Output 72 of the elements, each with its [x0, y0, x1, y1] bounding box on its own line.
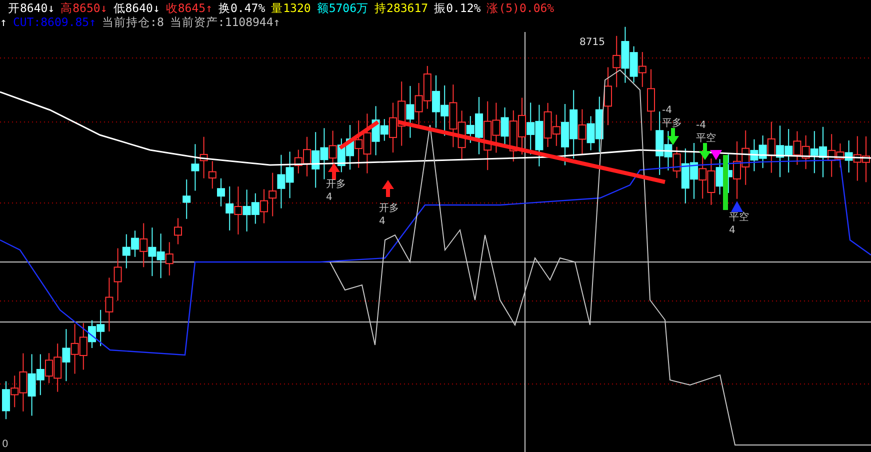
- quote-field: 高8650↓: [60, 1, 108, 15]
- up-triangle-icon: [731, 201, 743, 212]
- candlestick: [784, 128, 793, 174]
- candlestick: [191, 144, 200, 192]
- signal-bar: [723, 155, 728, 210]
- quote-field: 收8645↑: [166, 1, 212, 15]
- candlestick: [414, 82, 423, 125]
- candlestick: [277, 154, 286, 209]
- quote-field: 涨(5)0.06%: [486, 1, 554, 15]
- quote-field: 量1320: [271, 1, 311, 15]
- signal-label: 平空: [729, 212, 749, 223]
- trend-line: [338, 120, 380, 150]
- down-arrow-icon: [699, 143, 711, 160]
- candlestick: [148, 227, 156, 277]
- indicator-value: CUT:8609.85↑: [12, 15, 96, 29]
- candlestick: [853, 136, 862, 182]
- candlestick: [612, 35, 621, 88]
- signal-label: 4: [326, 192, 332, 203]
- candlestick: [698, 150, 707, 200]
- down-arrow-icon: [667, 128, 679, 145]
- quote-field: 换0.47%: [218, 1, 266, 15]
- candlestick: [810, 130, 818, 174]
- down-triangle-icon: [710, 150, 722, 160]
- candlestick: [484, 100, 492, 171]
- candlestick: [802, 134, 810, 170]
- candlestick: [423, 65, 432, 110]
- quote-field: 振0.12%: [434, 1, 481, 15]
- quote-field: 持283617: [374, 1, 428, 15]
- candlestick: [500, 106, 509, 147]
- candlestick: [70, 324, 79, 374]
- candlestick: [544, 102, 552, 148]
- signal-label: 开多: [326, 179, 346, 190]
- quote-field: 开8640↓: [8, 1, 55, 15]
- quote-field: 低8640↓: [113, 1, 160, 15]
- signal-label: 平多: [662, 118, 682, 129]
- price-label: 8715: [580, 37, 605, 48]
- indicator-value: ↑: [0, 15, 7, 29]
- signal-label: 4: [379, 216, 386, 227]
- candlestick: [251, 192, 260, 224]
- candlestick: [793, 130, 802, 166]
- candlestick: [156, 233, 165, 279]
- candlestick: [354, 120, 363, 168]
- signal-label: -4: [696, 120, 706, 131]
- candlestick: [509, 110, 518, 162]
- indicator-value: 当前资产:1108944↑: [170, 15, 280, 29]
- signal-label: 开多: [379, 203, 399, 214]
- candlestick: [535, 104, 544, 167]
- indicator-value: 当前持仓:8: [102, 15, 164, 29]
- candlestick: [165, 242, 174, 276]
- candlestick: [707, 158, 716, 206]
- candlestick: [320, 128, 328, 180]
- axis-label: 0: [2, 439, 8, 450]
- candlestick: [449, 84, 458, 148]
- candlestick: [398, 81, 406, 146]
- quote-field: 额5706万: [316, 1, 369, 15]
- up-arrow-icon: [382, 180, 394, 197]
- candlestick: [62, 328, 70, 382]
- candlestick: [337, 138, 346, 173]
- candlestick: [492, 102, 500, 154]
- up-arrow-icon: [328, 163, 340, 180]
- candlestick: [312, 132, 320, 188]
- candlestick: [242, 189, 251, 232]
- candlestick: [526, 102, 535, 155]
- candlestick: [363, 113, 372, 174]
- candlestick: [440, 84, 449, 136]
- signal-label: -4: [662, 105, 672, 116]
- candlestick: [406, 85, 414, 138]
- candlestick: [268, 172, 277, 217]
- signal-label: 4: [729, 225, 736, 236]
- candlestick: [234, 186, 242, 235]
- candlestick: [844, 140, 853, 174]
- signal-label: 平空: [696, 133, 716, 144]
